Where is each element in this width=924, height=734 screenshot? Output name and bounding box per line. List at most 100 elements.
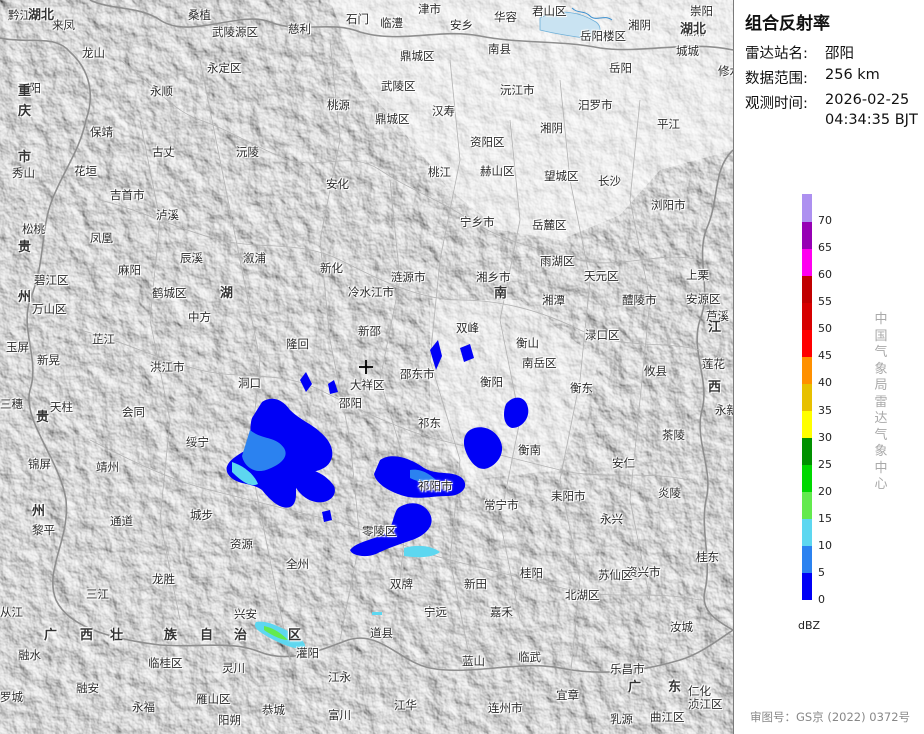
place-label: 资源: [230, 537, 253, 551]
place-label: 全州: [286, 557, 309, 571]
place-label: 恭城: [262, 703, 285, 717]
place-label: 衡阳: [480, 375, 503, 389]
legend-tick-label: 0: [818, 593, 825, 606]
legend-swatch: [802, 491, 812, 520]
place-label: 连州市: [488, 701, 523, 715]
place-label: 醴陵市: [622, 293, 657, 307]
place-label: 宁远: [424, 605, 447, 619]
legend-tick-label: 50: [818, 322, 832, 336]
legend-swatch: [802, 437, 812, 466]
place-label: 上栗: [686, 268, 709, 282]
info-panel: 组合反射率 雷达站名: 邵阳 数据范围: 256 km 观测时间: 2026-0…: [734, 0, 924, 734]
place-label: 乳源: [610, 712, 633, 726]
province-label: 州: [18, 290, 32, 305]
place-label: 鼎城区: [375, 112, 410, 126]
place-label: 永福: [132, 700, 155, 714]
echo-speck-6: [372, 612, 382, 615]
place-label: 临桂区: [148, 656, 183, 670]
place-label: 临武: [518, 650, 541, 664]
place-label: 蓝山: [462, 654, 485, 668]
province-label: 市: [18, 150, 32, 165]
province-label: 贵: [18, 240, 32, 255]
place-label: 松桃: [22, 222, 45, 236]
province-label: 西: [708, 380, 722, 395]
province-label: 湖北: [680, 22, 707, 37]
place-label: 莲花: [702, 357, 725, 371]
place-label: 灌阳: [296, 646, 319, 660]
province-label: 贵: [36, 410, 50, 425]
place-label: 乐昌市: [610, 662, 645, 676]
place-label: 赫山区: [480, 164, 515, 178]
province-label: 南: [494, 286, 508, 301]
place-label: 崇阳: [690, 4, 713, 18]
province-label: 治: [234, 628, 248, 643]
place-label: 安仁: [612, 456, 635, 470]
legend-swatch: [802, 248, 812, 276]
legend-tick-label: 65: [818, 241, 832, 255]
legend-swatch: [802, 518, 812, 547]
place-label: 嘉禾: [490, 605, 513, 619]
place-label: 安源区: [686, 292, 721, 306]
place-label: 修水: [718, 64, 733, 78]
place-label: 岳阳: [609, 61, 632, 75]
place-label: 通道: [110, 514, 133, 528]
place-label: 衡山: [516, 336, 539, 350]
place-label: 罗城: [0, 690, 23, 704]
terrain-layer: [0, 0, 733, 734]
place-label: 融水: [18, 648, 41, 662]
place-label: 苏仙区: [598, 568, 633, 582]
place-label: 碧江区: [34, 273, 69, 287]
place-label: 资阳区: [470, 135, 505, 149]
legend-swatch: [802, 329, 812, 357]
place-label: 沅江市: [500, 83, 535, 97]
place-label: 衡东: [570, 381, 593, 395]
legend-tick-label: 10: [818, 538, 832, 552]
place-label: 靖州: [96, 460, 119, 474]
place-label: 汨罗市: [578, 98, 613, 112]
place-label: 涟源市: [391, 270, 426, 284]
place-label: 大祥区: [350, 378, 385, 392]
range-label: 数据范围:: [745, 71, 808, 87]
place-label: 汉寿: [432, 104, 455, 118]
place-label: 雨湖区: [540, 254, 575, 268]
province-label: 壮: [110, 628, 124, 643]
radar-map[interactable]: 黔江 来凤 桑植 慈利 石门 临澧 津市 安乡 华容 君山区 湘阴 崇阳 武陵源区 岳阳楼区 龙山 鼎城区 南县…: [0, 0, 734, 734]
place-label: 洞口: [238, 376, 261, 390]
place-label: 隆回: [286, 337, 309, 351]
legend-unit: dBZ: [798, 619, 821, 632]
place-label: 三穗: [0, 397, 23, 411]
place-label: 曲江区: [650, 710, 685, 724]
place-label: 麻阳: [118, 263, 141, 277]
station-label: 雷达站名:: [745, 46, 808, 62]
legend-tick-label: 30: [818, 430, 832, 444]
legend-swatch: [802, 383, 812, 412]
place-label: 黎平: [32, 523, 55, 537]
place-label: 天柱: [50, 400, 73, 414]
place-label: 宜章: [556, 688, 579, 702]
place-label: 华容: [494, 10, 517, 24]
place-label: 邵东市: [400, 367, 435, 381]
province-label: 区: [288, 628, 302, 643]
color-legend: [802, 194, 812, 601]
place-label: 龙山: [82, 46, 105, 60]
province-label: 东: [668, 680, 682, 695]
place-label: 北湖区: [565, 588, 600, 602]
place-label: 新邵: [358, 324, 381, 338]
place-label: 南县: [488, 42, 511, 56]
place-label: 浏阳市: [651, 198, 686, 212]
obs-date: 2026-02-25: [825, 92, 910, 108]
place-label: 炎陵: [658, 486, 681, 500]
place-label: 道县: [370, 626, 393, 640]
place-label: 溆浦: [243, 251, 266, 265]
place-label: 龙胜: [152, 572, 175, 586]
place-label: 邵阳: [339, 396, 362, 410]
place-label: 江华: [394, 698, 417, 712]
legend-tick-label: 35: [818, 403, 832, 417]
legend-swatch: [802, 302, 812, 330]
province-label: 广: [44, 628, 58, 643]
legend-swatch: [802, 464, 812, 493]
agency-vertical-text: 中国气象局雷达气象中心: [874, 312, 888, 492]
province-label: 西: [80, 628, 94, 643]
place-label: 冷水江市: [348, 285, 394, 299]
province-label: 湖: [220, 286, 234, 301]
